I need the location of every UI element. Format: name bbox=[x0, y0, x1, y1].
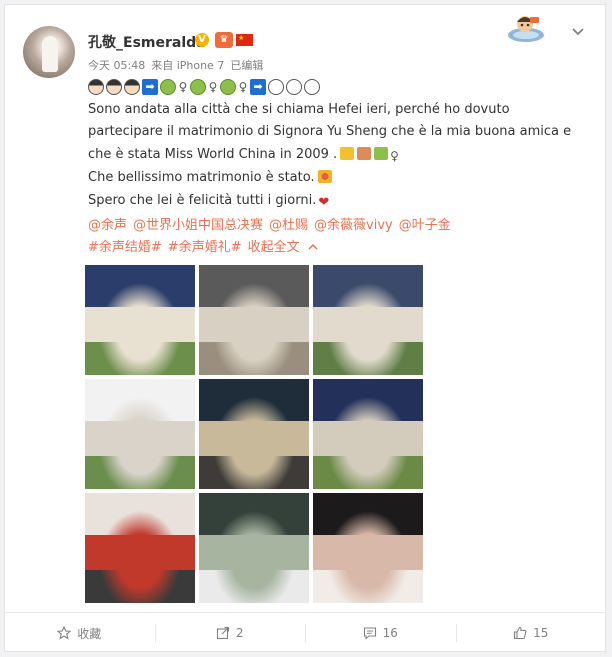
username-link[interactable]: 孔敬_Esmeralda bbox=[88, 32, 206, 52]
photo-groom-and-bridesmaids[interactable] bbox=[199, 379, 309, 489]
mention-row: @余声 @世界小姐中国总决赛 @杜赐 @余薇薇vivy @叶子金 bbox=[88, 215, 588, 237]
female-sign-icon: ♀ bbox=[390, 148, 399, 163]
photo-image bbox=[85, 493, 195, 603]
photo-grid bbox=[85, 265, 423, 603]
mention-link[interactable]: @叶子金 bbox=[399, 218, 451, 233]
chevron-down-icon[interactable] bbox=[571, 27, 585, 37]
bride-veil-icon bbox=[304, 79, 320, 95]
hashtag-row: #余声结婚# #余声婚礼# 收起全文 bbox=[88, 237, 588, 259]
chevron-up-icon bbox=[308, 243, 318, 250]
photo-image bbox=[85, 265, 195, 375]
bridesmaid-icon bbox=[160, 79, 176, 95]
verified-badge-icon[interactable]: V bbox=[195, 33, 209, 47]
mention-link[interactable]: @余声 bbox=[88, 218, 127, 233]
hashtag-link[interactable]: #余声结婚# bbox=[88, 240, 162, 255]
photo-bridesmaids-group-2[interactable] bbox=[199, 265, 309, 375]
post-paragraph-1: Sono andata alla città che si chiama Hef… bbox=[88, 102, 572, 162]
photo-bridesmaids-group-1[interactable] bbox=[85, 265, 195, 375]
post-paragraph-3: Spero che lei è felicità tutti i giorni. bbox=[88, 192, 317, 208]
star-icon bbox=[57, 626, 72, 640]
mention-link[interactable]: @世界小姐中国总决赛 bbox=[133, 218, 263, 233]
hashtag-link[interactable]: #余声婚礼# bbox=[168, 240, 242, 255]
photo-image bbox=[199, 493, 309, 603]
house-icon bbox=[357, 146, 372, 160]
photo-image bbox=[85, 379, 195, 489]
member-crown-icon[interactable]: ♛ bbox=[215, 32, 233, 48]
photo-image bbox=[199, 379, 309, 489]
ticket-icon bbox=[340, 146, 355, 160]
bride-veil-icon bbox=[286, 79, 302, 95]
comment-button[interactable]: 16 bbox=[305, 613, 456, 653]
avatar-figure bbox=[42, 36, 58, 72]
bride-veil-icon bbox=[268, 79, 284, 95]
girl-face-icon bbox=[88, 79, 104, 95]
comment-icon bbox=[363, 627, 376, 640]
girl-face-icon bbox=[124, 79, 140, 95]
girl-face-icon bbox=[106, 79, 122, 95]
share-icon bbox=[216, 626, 229, 640]
red-heart-icon: ❤ bbox=[318, 194, 330, 210]
mention-link[interactable]: @杜赐 bbox=[269, 218, 308, 233]
right-arrow-icon: ➡ bbox=[142, 79, 158, 95]
collapse-label: 收起全文 bbox=[247, 240, 300, 255]
thumbs-up-icon bbox=[514, 626, 527, 640]
photo-image bbox=[313, 265, 423, 375]
photo-bridesmaids-group-4[interactable] bbox=[313, 379, 423, 489]
weibo-mascot-icon[interactable] bbox=[506, 14, 546, 44]
female-sign-icon: ♀ bbox=[178, 80, 188, 94]
user-avatar[interactable] bbox=[23, 26, 75, 78]
collapse-text-link[interactable]: 收起全文 bbox=[248, 240, 318, 255]
post-edited-label[interactable]: 已编辑 bbox=[230, 59, 263, 72]
favorite-button[interactable]: 收藏 bbox=[4, 613, 155, 653]
emoji-row: ➡ ♀ ♀ ♀ ➡ bbox=[88, 79, 320, 95]
photo-image bbox=[199, 265, 309, 375]
female-sign-icon: ♀ bbox=[238, 80, 248, 94]
post-source: 来自 iPhone 7 bbox=[151, 59, 225, 72]
bridesmaid-icon bbox=[190, 79, 206, 95]
china-flag-icon: ★ bbox=[236, 34, 253, 46]
favorite-label: 收藏 bbox=[77, 626, 102, 641]
post-meta: 今天 05:48 来自 iPhone 7 已编辑 bbox=[88, 57, 269, 73]
share-button[interactable]: 2 bbox=[154, 613, 306, 653]
photo-groom-red-room[interactable] bbox=[85, 493, 195, 603]
bouquet-icon bbox=[317, 170, 332, 184]
photo-bridesmaids-group-3[interactable] bbox=[313, 265, 423, 375]
female-sign-icon: ♀ bbox=[208, 80, 218, 94]
photo-image bbox=[313, 379, 423, 489]
photo-couple-closeup[interactable] bbox=[313, 493, 423, 603]
photo-bride-alone-stage[interactable] bbox=[85, 379, 195, 489]
right-arrow-icon: ➡ bbox=[250, 79, 266, 95]
comment-count: 16 bbox=[382, 626, 398, 640]
post-time[interactable]: 今天 05:48 bbox=[88, 59, 145, 72]
action-bar: 收藏 2 16 15 bbox=[4, 612, 606, 653]
bridesmaid-icon bbox=[374, 146, 389, 160]
post-text: Sono andata alla città che si chiama Hef… bbox=[88, 99, 588, 214]
photo-image bbox=[313, 493, 423, 603]
like-button[interactable]: 15 bbox=[455, 613, 607, 653]
mention-link[interactable]: @余薇薇vivy bbox=[314, 218, 393, 233]
share-count: 2 bbox=[235, 626, 244, 640]
bridesmaid-icon bbox=[220, 79, 236, 95]
post-tags: @余声 @世界小姐中国总决赛 @杜赐 @余薇薇vivy @叶子金 #余声结婚# #余声婚礼… bbox=[88, 215, 588, 259]
like-count: 15 bbox=[533, 626, 549, 640]
post-paragraph-2: Che bellissimo matrimonio è stato. bbox=[88, 170, 315, 186]
photo-flower-tunnel-ceremony[interactable] bbox=[199, 493, 309, 603]
